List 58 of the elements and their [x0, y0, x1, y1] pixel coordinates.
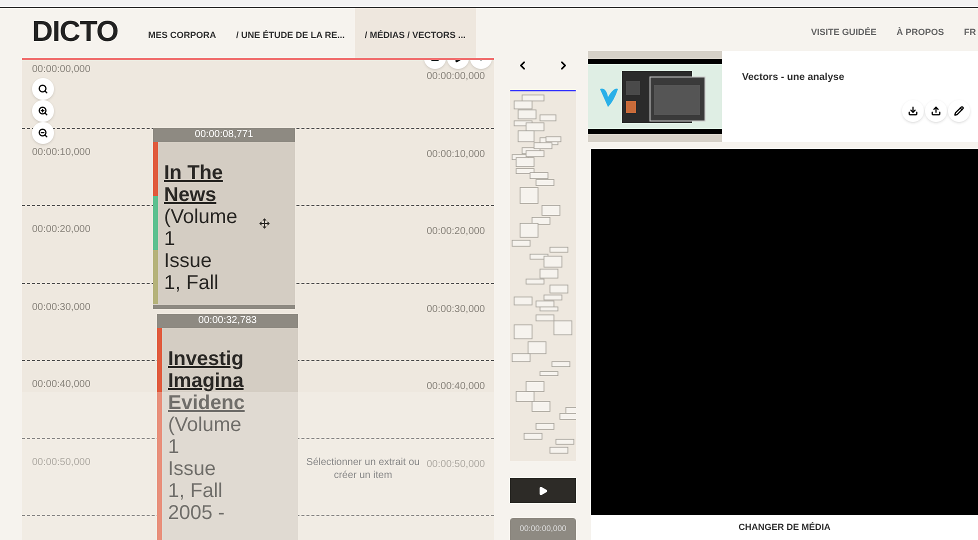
download-button[interactable]	[902, 100, 924, 122]
empty-message: Sélectionner un extrait ou créer un item	[305, 456, 421, 482]
time-tick: 00:00:40,000	[32, 380, 90, 390]
annotation-time: 00:00:08,771	[153, 128, 295, 142]
zoom-out-icon	[38, 128, 48, 138]
download-icon	[908, 106, 918, 116]
media-title: Vectors - une analyse	[742, 71, 846, 85]
play-button[interactable]	[510, 478, 576, 503]
breadcrumb-link[interactable]: / MÉDIAS / VECTORS ...	[354, 8, 476, 58]
annotation-text: 1, Fall	[168, 480, 222, 502]
annotation-text: 1	[164, 228, 176, 250]
time-display: 00:00:00,000	[510, 518, 576, 540]
time-tick: 00:00:50,000	[426, 460, 485, 470]
edit-button[interactable]	[948, 100, 970, 122]
time-tick: 00:00:20,000	[32, 225, 90, 235]
annotation-text: (Volume	[164, 206, 238, 228]
timeline-panel[interactable]	[22, 58, 494, 540]
time-tick: 00:00:00,000	[32, 65, 90, 75]
time-tick: 00:00:30,000	[426, 304, 485, 314]
breadcrumb-link[interactable]: MES CORPORA	[138, 8, 226, 58]
annotation-text: 2005 -	[168, 502, 225, 524]
annotation-card[interactable]: 00:00:08,771 In The News (Volume 1 Issue 1, Fall	[153, 128, 295, 309]
pencil-icon	[954, 106, 964, 116]
nav-link[interactable]: FR	[964, 26, 976, 40]
zoom-in-button[interactable]	[32, 100, 54, 122]
search-icon	[38, 84, 48, 94]
upload-icon	[931, 106, 941, 116]
search-button[interactable]	[32, 78, 54, 100]
upload-button[interactable]	[925, 100, 947, 122]
annotation-title: Investig	[168, 348, 244, 370]
annotation-text: (Volume	[168, 414, 242, 436]
annotation-text: Issue	[168, 458, 216, 480]
time-tick: 00:00:40,000	[426, 382, 485, 392]
breadcrumb-link[interactable]: / UNE ÉTUDE DE LA RE...	[226, 8, 355, 58]
change-media-button[interactable]: CHANGER DE MÉDIA	[591, 515, 978, 540]
move-icon[interactable]	[259, 218, 270, 229]
time-tick: 00:00:50,000	[32, 458, 90, 468]
time-tick: 00:00:20,000	[426, 227, 485, 237]
annotation-card[interactable]: 00:00:32,783 Investig Imagina Evidenc (Volume 1 Issue 1, Fall 2005 -	[157, 314, 298, 540]
nav-link[interactable]: VISITE GUIDÉE	[810, 26, 876, 40]
media-card[interactable]: Vectors - une analyse	[588, 51, 978, 142]
logo[interactable]: DICTO	[32, 10, 118, 54]
time-tick: 00:00:30,000	[32, 302, 90, 312]
annotation-text: 1	[168, 436, 180, 458]
annotation-title: Imagina	[168, 370, 244, 392]
annotation-text: 1, Fall	[164, 272, 218, 294]
annotation-time: 00:00:32,783	[157, 314, 298, 328]
zoom-out-button[interactable]	[32, 122, 54, 144]
time-tick: 00:00:00,000	[426, 72, 485, 82]
annotation-title: Evidenc	[168, 392, 245, 414]
time-tick: 00:00:10,000	[32, 148, 90, 158]
nav-link[interactable]: À PROPOS	[896, 26, 944, 40]
zoom-in-icon	[38, 106, 48, 116]
time-tick: 00:00:10,000	[426, 150, 485, 160]
annotation-title: In The	[164, 162, 223, 184]
play-icon	[538, 486, 548, 496]
annotation-text: Issue	[164, 250, 212, 272]
annotation-title: News	[164, 184, 216, 206]
